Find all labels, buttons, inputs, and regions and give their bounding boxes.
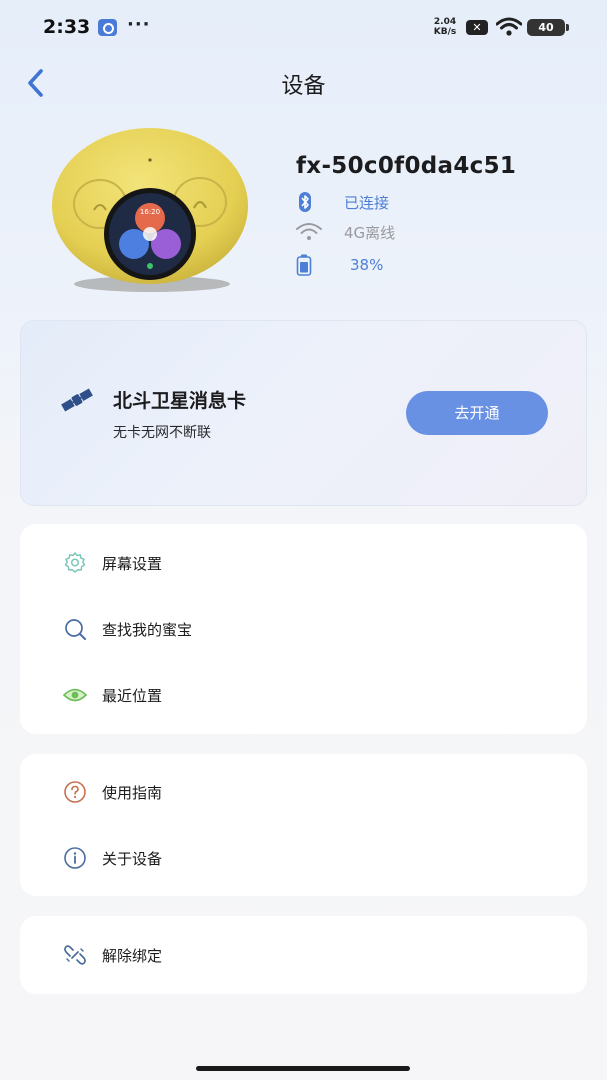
beidou-subtitle: 无卡无网不断联 xyxy=(113,425,211,441)
network-speed-unit: KB/s xyxy=(433,27,457,37)
device-battery-icon xyxy=(296,254,324,276)
device-name: fx-50c0f0da4c51 xyxy=(296,153,517,179)
menu-item-recent-location[interactable]: 最近位置 xyxy=(20,666,587,724)
menu-item-user-guide[interactable]: 使用指南 xyxy=(20,763,587,821)
page-title: 设备 xyxy=(281,74,326,99)
gear-icon xyxy=(62,550,88,576)
unlink-icon xyxy=(62,942,88,968)
app-notification-icon xyxy=(98,19,117,36)
device-image: 16:20 xyxy=(52,128,248,292)
menu-item-label: 关于设备 xyxy=(102,849,163,868)
satellite-icon xyxy=(61,388,93,412)
help-card: 使用指南 关于设备 xyxy=(20,754,587,896)
menu-item-label: 使用指南 xyxy=(102,783,163,802)
device-screen-time: 16:20 xyxy=(140,208,160,216)
status-bar: 2:33 ··· 2.04 KB/s ✕ 40 xyxy=(0,0,607,56)
bluetooth-status-row: 已连接 xyxy=(296,190,389,214)
network-status: 4G离线 xyxy=(344,223,396,242)
question-icon xyxy=(62,779,88,805)
bluetooth-icon xyxy=(296,191,324,213)
beidou-card: 北斗卫星消息卡 无卡无网不断联 去开通 xyxy=(20,320,587,506)
settings-card: 屏幕设置 查找我的蜜宝 最近位置 xyxy=(20,524,587,734)
menu-item-label: 屏幕设置 xyxy=(102,554,163,573)
menu-item-find-device[interactable]: 查找我的蜜宝 xyxy=(20,600,587,658)
network-speed: 2.04 KB/s xyxy=(430,17,460,37)
menu-item-unbind[interactable]: 解除绑定 xyxy=(20,926,587,984)
search-icon xyxy=(62,616,88,642)
menu-item-screen-settings[interactable]: 屏幕设置 xyxy=(20,534,587,592)
info-icon xyxy=(62,845,88,871)
network-speed-value: 2.04 xyxy=(433,17,457,27)
battery-percentage: 38% xyxy=(350,256,384,274)
wifi-icon xyxy=(496,17,522,36)
menu-item-label: 查找我的蜜宝 xyxy=(102,620,193,639)
signal-icon xyxy=(296,221,324,243)
menu-item-label: 最近位置 xyxy=(102,686,163,705)
network-status-row: 4G离线 xyxy=(296,220,395,244)
menu-item-label: 解除绑定 xyxy=(102,946,163,965)
activate-button[interactable]: 去开通 xyxy=(406,391,548,435)
eye-location-icon xyxy=(62,682,88,708)
more-notifications-icon: ··· xyxy=(127,14,151,35)
unbind-card: 解除绑定 xyxy=(20,916,587,994)
beidou-title: 北斗卫星消息卡 xyxy=(113,390,247,412)
battery-icon: 40 xyxy=(527,19,569,36)
no-sim-icon: ✕ xyxy=(466,20,488,35)
home-indicator[interactable] xyxy=(196,1066,410,1071)
menu-item-about-device[interactable]: 关于设备 xyxy=(20,829,587,887)
bluetooth-status: 已连接 xyxy=(344,193,390,212)
battery-status-row: 38% xyxy=(296,253,383,277)
status-time: 2:33 xyxy=(43,16,91,38)
